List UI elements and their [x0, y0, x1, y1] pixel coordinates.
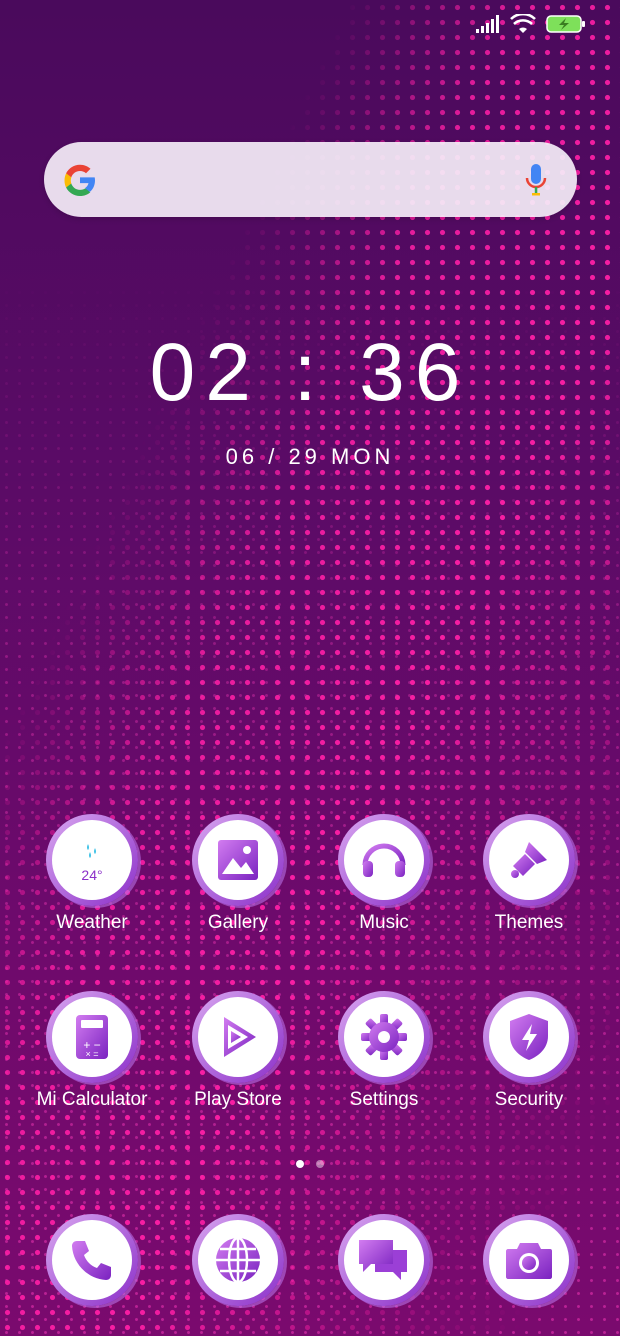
app-label: Security: [494, 1089, 564, 1110]
app-icon-ring: [338, 1214, 430, 1306]
page-indicator[interactable]: [0, 1160, 620, 1168]
app-gallery[interactable]: Gallery: [165, 814, 311, 934]
app-play-store[interactable]: Play Store: [165, 991, 311, 1111]
shield-icon: [510, 1014, 548, 1060]
google-g-icon: [64, 164, 95, 196]
dock-browser[interactable]: [165, 1214, 311, 1306]
app-icon-ring: [483, 991, 575, 1083]
dock-camera[interactable]: [456, 1214, 602, 1306]
app-weather[interactable]: 24° Weather: [19, 814, 165, 934]
app-icon-ring: [192, 1214, 284, 1306]
app-icon-ring: [483, 1214, 575, 1306]
app-mi-calculator[interactable]: + − × = Mi Calculator: [19, 991, 165, 1111]
messages-icon: [359, 1240, 407, 1280]
headphones-icon: [362, 843, 406, 877]
phone-icon: [72, 1241, 111, 1280]
weather-temp: 24°: [81, 867, 102, 883]
app-icon-ring: [338, 991, 430, 1083]
clock-time[interactable]: 02 : 36: [0, 326, 620, 420]
app-icon-ring: [483, 814, 575, 906]
app-label: Gallery: [207, 912, 269, 933]
gear-icon: [361, 1014, 407, 1060]
app-music[interactable]: Music: [311, 814, 457, 934]
dock-messages[interactable]: [311, 1214, 457, 1306]
app-icon-ring: 24°: [46, 814, 138, 906]
app-icon-ring: [46, 1214, 138, 1306]
wifi-icon: [510, 14, 536, 33]
clock-date[interactable]: 06 / 29 MON: [0, 444, 620, 470]
app-label: Play Store: [194, 1089, 282, 1110]
dock-phone[interactable]: [19, 1214, 165, 1306]
app-icon-ring: [192, 991, 284, 1083]
app-label: Themes: [494, 912, 564, 933]
app-themes[interactable]: Themes: [456, 814, 602, 934]
app-label: Mi Calculator: [36, 1089, 148, 1110]
app-icon-ring: [338, 814, 430, 906]
battery-charging-icon: [546, 15, 585, 33]
google-search-bar[interactable]: [44, 142, 577, 217]
app-label: Settings: [349, 1089, 419, 1110]
app-settings[interactable]: Settings: [311, 991, 457, 1111]
calculator-icon: + − × =: [76, 1015, 108, 1059]
svg-text:× =: × =: [85, 1049, 98, 1059]
gallery-icon: [218, 840, 258, 880]
app-icon-ring: + − × =: [46, 991, 138, 1083]
app-label: Weather: [56, 912, 128, 933]
status-bar: [476, 14, 586, 34]
camera-icon: [506, 1243, 552, 1279]
app-icon-ring: [192, 814, 284, 906]
page-dot-active[interactable]: [296, 1160, 304, 1168]
browser-globe-icon: [216, 1236, 260, 1284]
play-store-icon: [224, 1017, 256, 1057]
signal-icon: [476, 15, 499, 33]
page-dot[interactable]: [316, 1160, 324, 1168]
paintbrush-icon: [511, 842, 547, 878]
app-security[interactable]: Security: [456, 991, 602, 1111]
weather-icon: 24°: [81, 844, 103, 883]
app-label: Music: [359, 912, 409, 933]
mic-icon[interactable]: [525, 162, 547, 198]
